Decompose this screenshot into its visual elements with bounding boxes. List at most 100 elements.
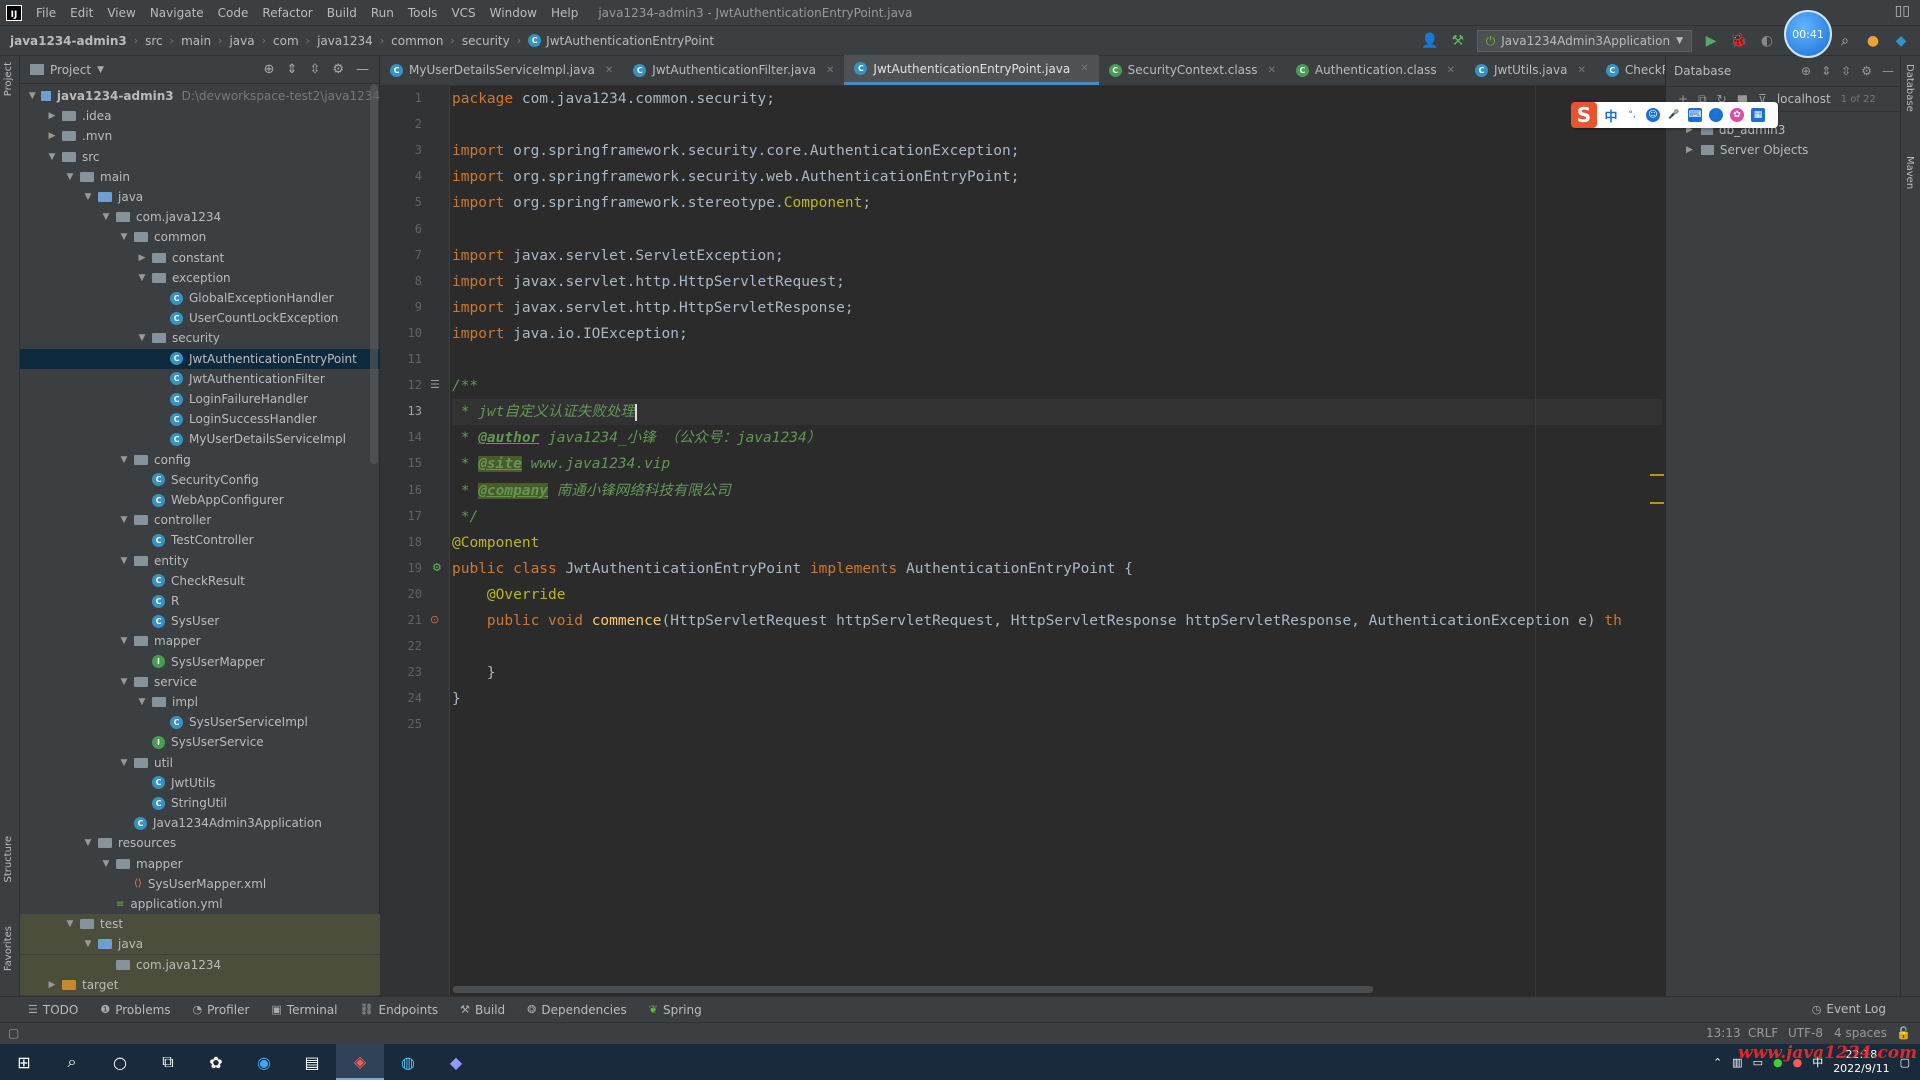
chevron-down-icon[interactable]: ▼ [64, 172, 76, 182]
spring-bean-gutter-icon[interactable]: ⚙ [432, 561, 442, 574]
chevron-down-icon[interactable]: ▼ [136, 697, 148, 707]
close-icon[interactable]: ✕ [826, 65, 834, 76]
chevron-down-icon[interactable]: ▼ [46, 152, 58, 162]
ime-punctuation-icon[interactable]: °, [1625, 108, 1639, 122]
breadcrumb-project[interactable]: java1234-admin3 [10, 34, 127, 48]
tree-item[interactable]: C SysUserServiceImpl [20, 712, 380, 732]
status-layout-icon[interactable]: ▢ [8, 1026, 19, 1040]
editor-tab[interactable]: C JwtAuthenticationEntryPoint.java ✕ [844, 55, 1099, 85]
chevron-right-icon[interactable]: ▶ [136, 253, 148, 263]
todo-tool-button[interactable]: ☰ TODO [28, 1003, 78, 1017]
menu-edit[interactable]: Edit [70, 6, 93, 20]
tree-item[interactable]: C LoginSuccessHandler [20, 409, 380, 429]
project-tree-scrollbar[interactable] [370, 84, 378, 464]
menu-navigate[interactable]: Navigate [150, 6, 204, 20]
maven-tool-button[interactable]: Maven [1904, 156, 1915, 189]
collapse-all-icon[interactable]: ⇳ [309, 62, 320, 77]
expand-all-icon[interactable]: ⇕ [1821, 64, 1831, 78]
ime-skin-icon[interactable]: ✿ [1730, 108, 1744, 122]
chevron-up-icon[interactable]: ⌃ [1713, 1056, 1722, 1069]
app-icon[interactable]: ✿ [192, 1044, 240, 1080]
project-view-select[interactable]: Project [50, 63, 91, 77]
editor-tab[interactable]: C SecurityContext.class ✕ [1099, 55, 1286, 85]
tree-item[interactable]: C TestController [20, 530, 380, 550]
tree-item[interactable]: ▼ entity [20, 551, 380, 571]
warning-stripe-mark[interactable] [1650, 474, 1664, 476]
chevron-down-icon[interactable]: ▼ [136, 273, 148, 283]
chevron-right-icon[interactable]: ▶ [46, 131, 58, 141]
breadcrumb-security[interactable]: security [462, 34, 510, 48]
file-explorer-icon[interactable]: ▤ [288, 1044, 336, 1080]
tree-item[interactable]: ▼ config [20, 450, 380, 470]
warning-stripe-mark[interactable] [1650, 502, 1664, 504]
menu-build[interactable]: Build [327, 6, 357, 20]
chevron-down-icon[interactable]: ▼ [28, 91, 37, 101]
app-taskbar-icon[interactable]: ◆ [432, 1044, 480, 1080]
code-line[interactable]: * @site www.java1234.vip [452, 451, 670, 477]
doc-gutter-icon[interactable]: ☰ [430, 378, 440, 391]
tree-item[interactable]: C MyUserDetailsServiceImpl [20, 429, 380, 449]
tree-item[interactable]: ▶ .idea [20, 106, 380, 126]
close-icon[interactable]: ✕ [1447, 65, 1455, 76]
gear-icon[interactable]: ⚙ [332, 62, 344, 77]
close-icon[interactable]: ✕ [605, 65, 613, 76]
line-separator[interactable]: CRLF [1748, 1026, 1778, 1040]
search-icon[interactable]: ⌕ [48, 1044, 96, 1080]
breadcrumb-src[interactable]: src [145, 34, 163, 48]
chevron-down-icon[interactable]: ▼ [82, 192, 94, 202]
hide-icon[interactable]: — [356, 62, 369, 77]
chevron-down-icon[interactable]: ▼ [118, 636, 130, 646]
profiler-tool-button[interactable]: ◔ Profiler [193, 1003, 250, 1017]
chevron-down-icon[interactable]: ▼ [118, 232, 130, 242]
code-line[interactable]: public void commence(HttpServletRequest … [452, 608, 1622, 634]
menu-run[interactable]: Run [371, 6, 394, 20]
globe-icon[interactable]: ⊕ [1801, 64, 1811, 78]
tree-item[interactable]: ▼ security [20, 328, 380, 348]
structure-tool-button[interactable]: Structure [3, 836, 14, 883]
db-tree-item[interactable]: ▶ Server Objects [1686, 140, 1808, 160]
user-icon[interactable]: 👤 [1421, 32, 1439, 50]
chevron-down-icon[interactable]: ▼ [82, 939, 94, 949]
breadcrumb-current-class[interactable]: C JwtAuthenticationEntryPoint [528, 34, 714, 48]
editor-tab[interactable]: C Authentication.class ✕ [1286, 55, 1465, 85]
tree-item[interactable]: ▼ exception [20, 268, 380, 288]
chevron-down-icon[interactable]: ▼ [118, 758, 130, 768]
ime-keyboard-icon[interactable]: ⌨ [1688, 108, 1702, 122]
recording-timer-badge[interactable]: 00:41 [1784, 10, 1832, 58]
editor-tab[interactable]: C MyUserDetailsServiceImpl.java ✕ [380, 55, 623, 85]
terminal-tool-button[interactable]: ▣ Terminal [271, 1003, 337, 1017]
code-line[interactable]: * @company 南通小锋网络科技有限公司 [452, 478, 731, 504]
code-line[interactable]: * jwt自定义认证失败处理 [452, 399, 1662, 426]
menu-view[interactable]: View [107, 6, 135, 20]
tree-item[interactable]: ▼ service [20, 672, 380, 692]
update-icon[interactable]: ● [1864, 32, 1882, 50]
tree-item[interactable]: ▶ target [20, 974, 380, 995]
tree-item[interactable]: ▼ common [20, 227, 380, 247]
tree-item[interactable]: ≡ application.yml [20, 894, 380, 914]
tree-item[interactable]: ▼ java [20, 187, 380, 207]
tree-item[interactable]: ▼ util [20, 753, 380, 773]
breadcrumb-java1234[interactable]: java1234 [317, 34, 373, 48]
problems-tool-button[interactable]: ❶ Problems [100, 1003, 170, 1017]
run-configuration-select[interactable]: ⏻ Java1234Admin3Application ▼ [1476, 30, 1692, 52]
breadcrumb-java[interactable]: java [229, 34, 254, 48]
chevron-right-icon[interactable]: ▶ [46, 111, 58, 121]
code-line[interactable]: @Component [452, 530, 539, 556]
sogou-ime-logo-icon[interactable]: S [1571, 102, 1597, 128]
lock-icon[interactable]: 🔓 [1896, 1026, 1911, 1040]
tree-item[interactable]: ▼ impl [20, 692, 380, 712]
tree-item[interactable]: C GlobalExceptionHandler [20, 288, 380, 308]
run-icon[interactable]: ▶ [1702, 32, 1720, 50]
override-gutter-icon[interactable]: ⊙ [430, 613, 439, 626]
code-editor[interactable]: 1 2 3 4 5 6 7 8 9 10 11 12 13 14 15 16 17 18 19 20 21 22 23 24 2… [380, 86, 1665, 996]
windows-start-icon[interactable]: ⊞ [0, 1044, 48, 1080]
code-line[interactable]: package com.java1234.common.security; [452, 86, 775, 112]
ime-user-icon[interactable]: 👤 [1709, 108, 1723, 122]
chevron-right-icon[interactable]: ▶ [1686, 145, 1693, 155]
locate-icon[interactable]: ⊕ [264, 62, 275, 77]
tree-item[interactable]: C CheckResult [20, 571, 380, 591]
code-line[interactable]: @Override [452, 582, 566, 608]
task-view-icon[interactable]: ⧉ [144, 1044, 192, 1080]
jetbrains-icon[interactable]: ◆ [1892, 32, 1910, 50]
tree-item[interactable]: com.java1234 [20, 954, 380, 975]
